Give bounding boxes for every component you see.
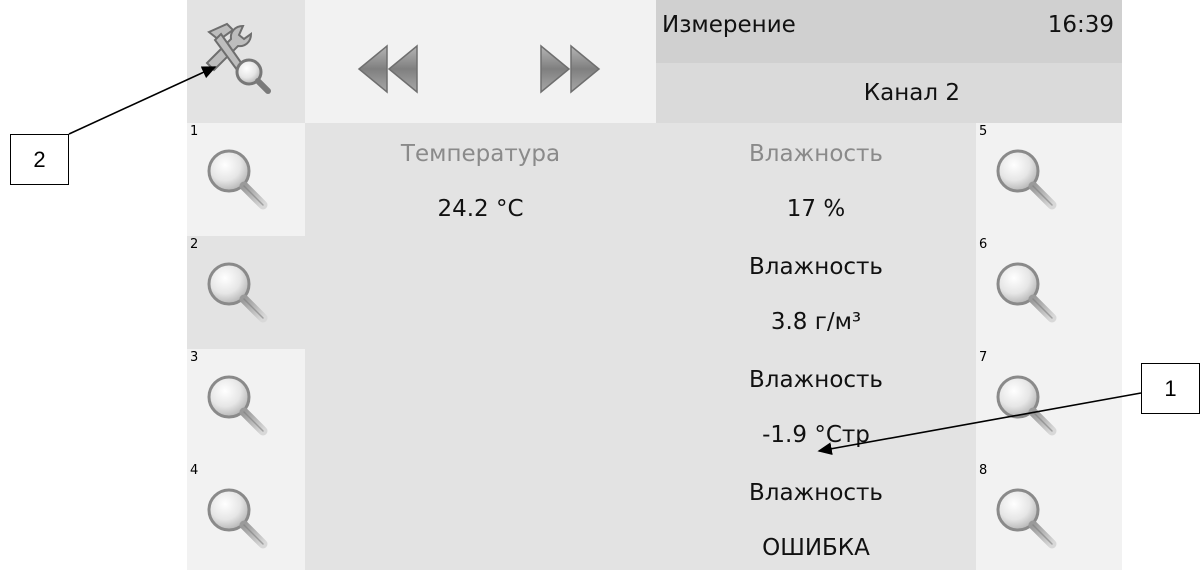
callout-arrow-2 [68,66,217,135]
callout-arrows [68,66,1142,456]
callout-arrow-1 [817,392,1142,456]
